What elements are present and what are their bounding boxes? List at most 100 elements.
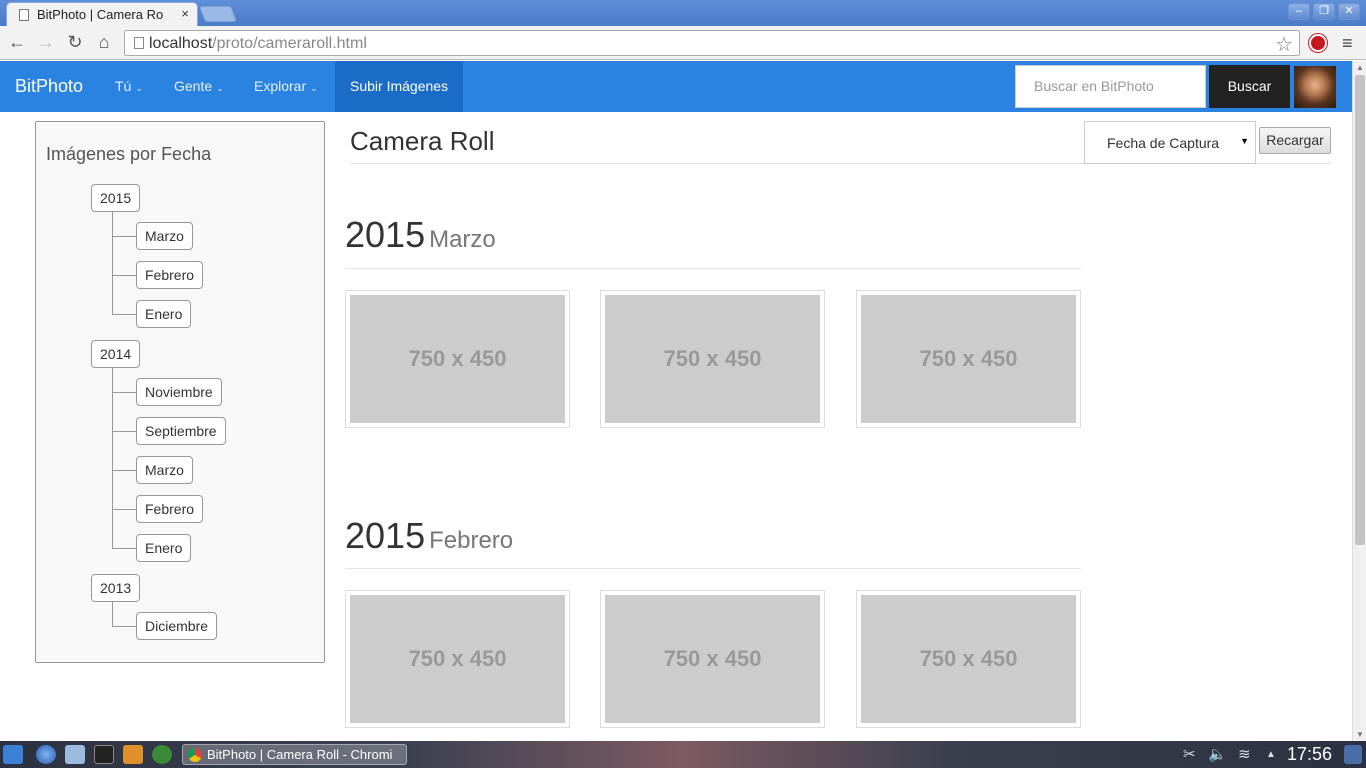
forward-arrow-icon[interactable]: → <box>35 32 57 52</box>
photo-thumbnail[interactable]: 750 x 450 <box>345 590 570 728</box>
nav-item-label: Subir Imágenes <box>350 78 449 94</box>
tree-month[interactable]: Noviembre <box>136 378 222 406</box>
photo-placeholder: 750 x 450 <box>861 595 1076 723</box>
photo-thumbnail[interactable]: 750 x 450 <box>600 290 825 428</box>
photo-placeholder: 750 x 450 <box>350 295 565 423</box>
home-icon[interactable]: ⌂ <box>93 32 115 52</box>
nav-item-subir-imagenes[interactable]: Subir Imágenes <box>335 61 464 112</box>
tree-month[interactable]: Febrero <box>136 261 204 289</box>
reload-icon[interactable]: ↻ <box>64 32 86 52</box>
tray-expand-icon[interactable]: ▲ <box>1266 749 1276 760</box>
browser-launcher-icon[interactable] <box>36 745 56 764</box>
bookmark-star-icon[interactable]: ☆ <box>1275 32 1293 57</box>
chrome-icon <box>188 748 202 762</box>
chevron-down-icon: ⌄ <box>310 83 318 93</box>
tab-title: BitPhoto | Camera Ro <box>37 7 164 22</box>
scroll-thumb[interactable] <box>1355 75 1365 545</box>
browser-toolbar: ← → ↻ ⌂ localhost/proto/cameraroll.html … <box>0 26 1366 60</box>
photo-thumbnail[interactable]: 750 x 450 <box>345 290 570 428</box>
scroll-down-icon[interactable]: ▼ <box>1356 730 1364 739</box>
tree-year-2013[interactable]: 2013 <box>91 574 141 602</box>
section-divider <box>345 268 1081 269</box>
tree-line <box>112 548 136 549</box>
search-input[interactable]: Buscar en BitPhoto <box>1015 65 1206 108</box>
reload-button[interactable]: Recargar <box>1259 127 1331 154</box>
scroll-up-icon[interactable]: ▲ <box>1356 63 1364 72</box>
page-scrollbar[interactable]: ▲ ▼ <box>1352 61 1366 741</box>
page-title: Camera Roll <box>350 126 495 156</box>
media-player-icon[interactable] <box>152 745 172 764</box>
file-manager-icon[interactable] <box>65 745 85 764</box>
terminal-icon[interactable] <box>94 745 114 764</box>
sort-select-value: Fecha de Captura <box>1107 135 1220 151</box>
tree-month[interactable]: Enero <box>136 300 192 328</box>
nav-item-explorar[interactable]: Explorar ⌄ <box>239 61 333 112</box>
page-favicon-icon <box>19 9 29 21</box>
taskbar-window-chrome[interactable]: BitPhoto | Camera Roll - Chromi <box>182 744 407 765</box>
tree-month[interactable]: Febrero <box>136 495 204 523</box>
tree-month[interactable]: Marzo <box>136 456 193 484</box>
date-sidebar: Imágenes por Fecha 2015 Marzo Febrero En… <box>35 121 325 663</box>
maximize-button[interactable]: ❐ <box>1313 3 1335 20</box>
url-path: /proto/cameraroll.html <box>212 35 367 52</box>
minimize-button[interactable]: – <box>1288 3 1310 20</box>
photo-placeholder: 750 x 450 <box>605 595 820 723</box>
nav-item-gente[interactable]: Gente ⌄ <box>159 61 239 112</box>
taskbar-window-title: BitPhoto | Camera Roll - Chromi <box>207 747 393 762</box>
close-window-button[interactable]: ✕ <box>1338 3 1360 20</box>
page-icon <box>134 37 144 49</box>
tree-line <box>112 626 136 627</box>
site-navbar: BitPhoto Tú ⌄ Gente ⌄ Explorar ⌄ Subir Imág… <box>0 61 1352 112</box>
wifi-icon[interactable]: ≋ <box>1238 745 1251 763</box>
tab-close-icon[interactable]: × <box>181 6 189 21</box>
nav-item-label: Tú <box>115 78 132 94</box>
section-heading: 2015 Marzo <box>345 214 496 256</box>
tree-month[interactable]: Septiembre <box>136 417 226 445</box>
scissors-icon[interactable]: ✂ <box>1183 745 1196 763</box>
browser-tab[interactable]: BitPhoto | Camera Ro × <box>6 2 198 26</box>
tree-line <box>112 314 136 315</box>
clock: 17:56 <box>1287 744 1333 764</box>
tree-line <box>112 368 113 549</box>
sort-select[interactable]: Fecha de Captura ▼ <box>1084 121 1256 164</box>
nav-item-label: Explorar <box>254 78 307 94</box>
back-arrow-icon[interactable]: ← <box>6 32 28 52</box>
nav-item-tu[interactable]: Tú ⌄ <box>100 61 158 112</box>
photo-thumbnail[interactable]: 750 x 450 <box>856 290 1081 428</box>
section-year: 2015 <box>345 214 426 255</box>
tree-line <box>112 602 113 627</box>
search-button[interactable]: Buscar <box>1209 65 1290 108</box>
tree-line <box>112 275 136 276</box>
tree-line <box>112 212 113 315</box>
photo-thumbnail[interactable]: 750 x 450 <box>600 590 825 728</box>
tree-year-2014[interactable]: 2014 <box>91 340 141 368</box>
editor-icon[interactable] <box>123 745 143 764</box>
photo-placeholder: 750 x 450 <box>605 295 820 423</box>
chevron-down-icon: ⌄ <box>216 83 224 93</box>
sidebar-title: Imágenes por Fecha <box>46 144 212 164</box>
volume-icon[interactable]: 🔈 <box>1208 745 1227 763</box>
browser-tabstrip: BitPhoto | Camera Ro × – ❐ ✕ <box>0 0 1366 26</box>
address-bar[interactable]: localhost/proto/cameraroll.html ☆ <box>124 30 1300 56</box>
photo-placeholder: 750 x 450 <box>350 595 565 723</box>
os-taskbar: BitPhoto | Camera Roll - Chromi ✂ 🔈 ≋ ▲ … <box>0 741 1366 768</box>
new-tab-button[interactable] <box>199 6 237 22</box>
tree-month[interactable]: Marzo <box>136 222 193 250</box>
nav-item-label: Gente <box>174 78 213 94</box>
brand-logo[interactable]: BitPhoto <box>15 76 83 97</box>
section-heading: 2015 Febrero <box>345 515 513 557</box>
photo-thumbnail[interactable]: 750 x 450 <box>856 590 1081 728</box>
extension-stop-icon[interactable] <box>1309 34 1327 52</box>
url-host: localhost <box>149 35 213 52</box>
avatar[interactable] <box>1294 66 1336 108</box>
tree-year-2015[interactable]: 2015 <box>91 184 141 212</box>
tree-month[interactable]: Diciembre <box>136 612 218 640</box>
dropdown-caret-icon: ▼ <box>1240 136 1249 146</box>
chevron-down-icon: ⌄ <box>135 83 143 93</box>
photo-placeholder: 750 x 450 <box>861 295 1076 423</box>
tree-month[interactable]: Enero <box>136 534 192 562</box>
show-desktop-icon[interactable] <box>1344 745 1362 764</box>
kde-menu-icon[interactable] <box>3 745 23 764</box>
tree-line <box>112 431 136 432</box>
chrome-menu-icon[interactable]: ≡ <box>1342 33 1353 54</box>
